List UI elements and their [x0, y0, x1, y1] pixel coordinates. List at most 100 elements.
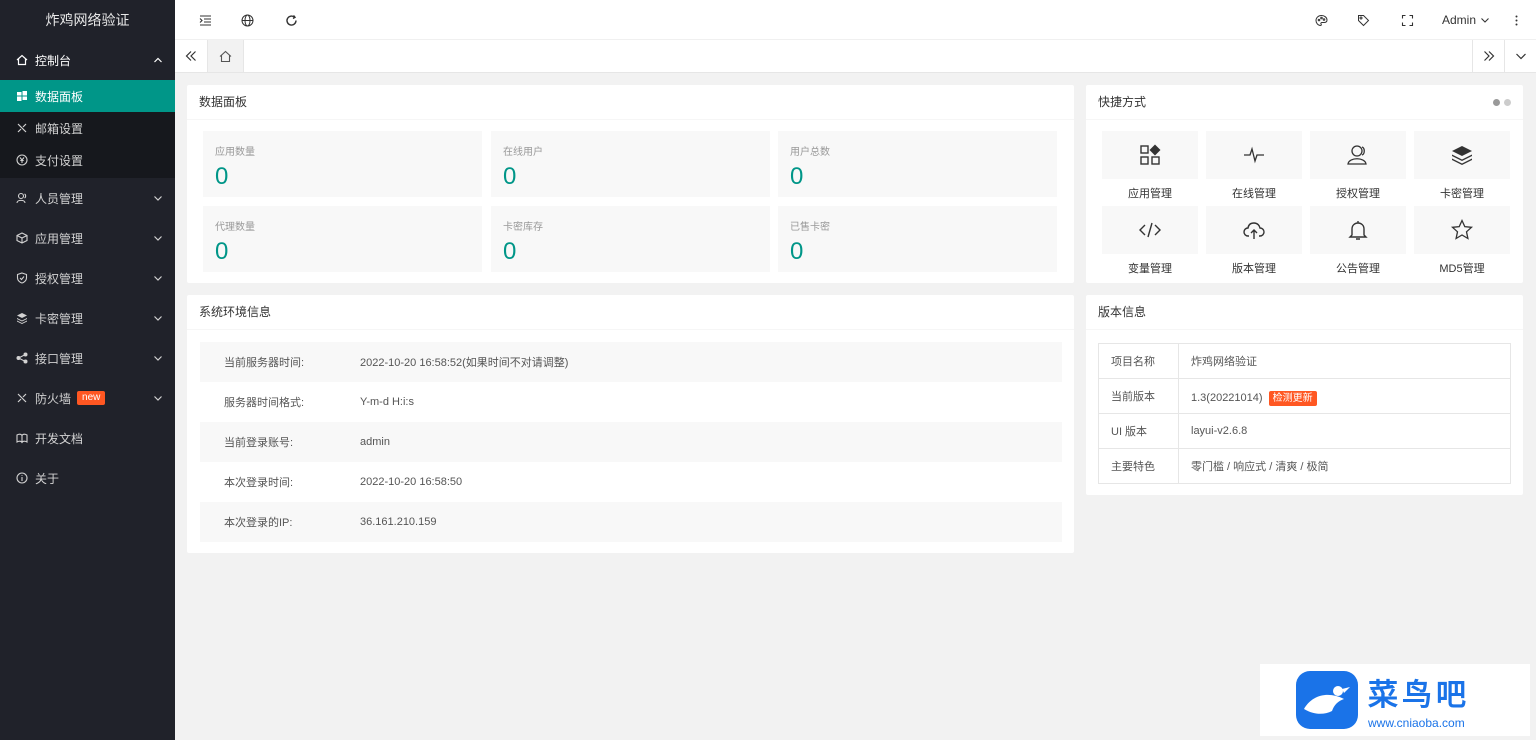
- refresh-icon: [285, 14, 297, 26]
- double-chevron-left-icon: [185, 51, 196, 61]
- shortcut-box[interactable]: [1310, 206, 1406, 254]
- stats-card: 数据面板 应用数量 0 在线用户 0 用户总数 0 代理数量 0 卡密库存 0 …: [187, 85, 1074, 283]
- toggle-sidebar-button[interactable]: [185, 0, 225, 40]
- carousel-dot[interactable]: [1493, 99, 1500, 106]
- shortcut-box[interactable]: [1414, 206, 1510, 254]
- sidebar-item-api[interactable]: 接口管理: [0, 338, 175, 378]
- sys-value: 2022-10-20 16:58:52(如果时间不对请调整): [360, 357, 569, 369]
- chevron-down-icon: [1481, 18, 1489, 23]
- stat-app-count[interactable]: 应用数量 0: [203, 131, 482, 197]
- tabs-menu-button[interactable]: [1504, 40, 1536, 72]
- stat-value: 0: [215, 163, 229, 190]
- shortcut-box[interactable]: [1102, 206, 1198, 254]
- shortcut-notice-management[interactable]: 公告管理: [1310, 206, 1406, 276]
- sidebar-item-label: 开发文档: [35, 431, 84, 446]
- shortcut-box[interactable]: [1310, 131, 1406, 179]
- watermark-url: www.cniaoba.com: [1368, 716, 1465, 730]
- ver-value: 零门槛 / 响应式 / 清爽 / 极简: [1178, 448, 1511, 484]
- sidebar-item-label: 人员管理: [35, 191, 84, 206]
- shortcuts-card-title: 快捷方式: [1086, 85, 1523, 120]
- top-header: Admin: [175, 0, 1536, 40]
- theme-button[interactable]: [1301, 0, 1341, 40]
- app-logo-title: 炸鸡网络验证: [0, 0, 175, 40]
- layers-icon: [16, 312, 28, 324]
- shortcut-label: 在线管理: [1232, 188, 1276, 200]
- palette-icon: [1314, 14, 1328, 26]
- stat-card-stock[interactable]: 卡密库存 0: [491, 206, 770, 272]
- info-icon: [16, 472, 28, 484]
- version-info-title: 版本信息: [1086, 295, 1523, 330]
- star-icon: [1450, 218, 1474, 240]
- shortcut-md5-management[interactable]: MD5管理: [1414, 206, 1510, 276]
- sidebar-item-label: 邮箱设置: [35, 121, 84, 136]
- tool-icon: [16, 392, 28, 404]
- fullscreen-button[interactable]: [1387, 0, 1427, 40]
- sidebar-item-email-settings[interactable]: 邮箱设置: [0, 112, 175, 144]
- check-update-button[interactable]: 检测更新: [1268, 390, 1317, 406]
- stat-agent-count[interactable]: 代理数量 0: [203, 206, 482, 272]
- tab-home[interactable]: [207, 40, 244, 72]
- console-submenu: 数据面板 邮箱设置 支付设置: [0, 80, 175, 178]
- sidebar-item-personnel[interactable]: 人员管理: [0, 178, 175, 218]
- shortcut-label: 卡密管理: [1440, 188, 1484, 200]
- sidebar-item-console[interactable]: 控制台: [0, 40, 175, 80]
- chevron-down-icon: [1515, 53, 1526, 60]
- version-table: 项目名称 炸鸡网络验证 当前版本 1.3(20221014) 检测更新 UI 版…: [1098, 343, 1511, 484]
- stat-total-users[interactable]: 用户总数 0: [778, 131, 1057, 197]
- shortcut-label: 公告管理: [1336, 263, 1380, 275]
- bell-icon: [1348, 221, 1368, 240]
- sidebar-item-firewall[interactable]: 防火墙 new: [0, 378, 175, 418]
- fullscreen-icon: [1401, 14, 1413, 26]
- note-button[interactable]: [1343, 0, 1383, 40]
- shortcut-box[interactable]: [1206, 206, 1302, 254]
- watermark-text: 菜鸟吧 www.cniaoba.com: [1368, 670, 1470, 730]
- tabs-scroll-left-button[interactable]: [175, 40, 207, 72]
- ver-value: 炸鸡网络验证: [1178, 343, 1511, 379]
- stat-online-users[interactable]: 在线用户 0: [491, 131, 770, 197]
- shortcut-label: 授权管理: [1336, 188, 1380, 200]
- sidebar-item-authorization[interactable]: 授权管理: [0, 258, 175, 298]
- sidebar-item-payment-settings[interactable]: 支付设置: [0, 144, 175, 176]
- sidebar-item-cards[interactable]: 卡密管理: [0, 298, 175, 338]
- table-row: UI 版本 layui-v2.6.8: [1098, 413, 1511, 449]
- ver-key: UI 版本: [1098, 413, 1179, 449]
- shortcut-box[interactable]: [1102, 131, 1198, 179]
- stats-card-title: 数据面板: [187, 85, 1074, 120]
- sidebar-item-label: 支付设置: [35, 153, 84, 168]
- shortcut-box[interactable]: [1206, 131, 1302, 179]
- stat-value: 0: [790, 238, 804, 265]
- table-row: 当前版本 1.3(20221014) 检测更新: [1098, 378, 1511, 414]
- shortcut-version-management[interactable]: 版本管理: [1206, 206, 1302, 276]
- home-icon: [219, 50, 232, 62]
- tabs-bar: [175, 40, 1536, 73]
- stat-cards-sold[interactable]: 已售卡密 0: [778, 206, 1057, 272]
- shortcut-online-management[interactable]: 在线管理: [1206, 131, 1302, 201]
- shortcut-label: 应用管理: [1128, 188, 1172, 200]
- more-button[interactable]: [1496, 0, 1536, 40]
- shortcut-box[interactable]: [1414, 131, 1510, 179]
- ver-key: 当前版本: [1098, 378, 1179, 414]
- bird-logo-icon: [1296, 671, 1358, 729]
- sidebar-item-label: 卡密管理: [35, 311, 84, 326]
- watermark-title: 菜鸟吧: [1368, 678, 1470, 713]
- system-info-card: 系统环境信息 当前服务器时间: 2022-10-20 16:58:52(如果时间…: [187, 295, 1074, 553]
- user-menu[interactable]: Admin: [1442, 0, 1490, 40]
- shortcut-card-management[interactable]: 卡密管理: [1414, 131, 1510, 201]
- shortcut-app-management[interactable]: 应用管理: [1102, 131, 1198, 201]
- sidebar-item-dev-docs[interactable]: 开发文档: [0, 418, 175, 458]
- watermark: 菜鸟吧 www.cniaoba.com: [1260, 664, 1530, 736]
- sidebar-item-dashboard[interactable]: 数据面板: [0, 80, 175, 112]
- sys-value: 36.161.210.159: [360, 516, 437, 528]
- sidebar-item-apps[interactable]: 应用管理: [0, 218, 175, 258]
- sidebar-item-about[interactable]: 关于: [0, 458, 175, 498]
- website-button[interactable]: [227, 0, 267, 40]
- version-info-card: 版本信息 项目名称 炸鸡网络验证 当前版本 1.3(20221014) 检测更新…: [1086, 295, 1523, 495]
- system-info-title: 系统环境信息: [187, 295, 1074, 330]
- tabs-scroll-right-button[interactable]: [1472, 40, 1504, 72]
- shortcut-variable-management[interactable]: 变量管理: [1102, 206, 1198, 276]
- stat-label: 应用数量: [215, 147, 255, 158]
- stat-value: 0: [215, 238, 229, 265]
- refresh-button[interactable]: [271, 0, 311, 40]
- carousel-dot[interactable]: [1504, 99, 1511, 106]
- shortcut-auth-management[interactable]: 授权管理: [1310, 131, 1406, 201]
